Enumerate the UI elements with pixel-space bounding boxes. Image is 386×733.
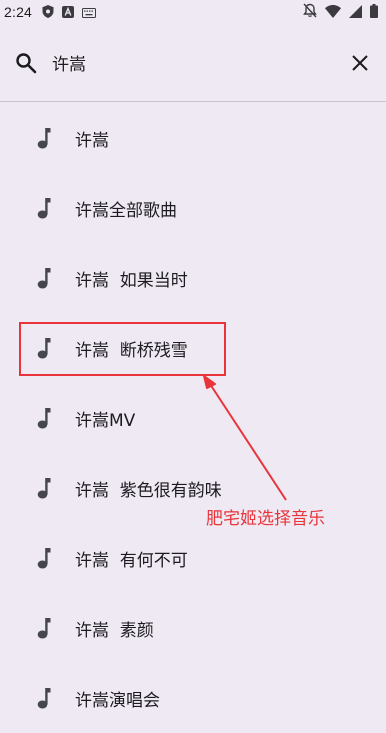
close-icon[interactable]: [348, 51, 372, 75]
keyboard-icon: [82, 3, 97, 22]
annotation-highlight-box: [19, 322, 226, 376]
suggestion-label: 许嵩 素颜: [75, 620, 154, 641]
search-icon[interactable]: [14, 51, 38, 75]
status-time: 2:24: [4, 4, 33, 20]
suggestion-item[interactable]: 许嵩全部歌曲: [0, 173, 386, 243]
mute-icon: [303, 3, 317, 22]
suggestion-label: 许嵩MV: [75, 410, 136, 431]
suggestion-item[interactable]: 许嵩演唱会: [0, 663, 386, 733]
signal-icon: [349, 3, 362, 22]
status-notification-icons: [42, 3, 97, 22]
shield-icon: [42, 3, 54, 22]
status-system-icons: [303, 3, 378, 22]
annotation-text: 肥宅姬选择音乐: [206, 509, 325, 529]
music-note-icon: [34, 546, 54, 570]
suggestion-label: 许嵩 紫色很有韵味: [75, 480, 222, 501]
music-note-icon: [34, 266, 54, 290]
search-bar: 许嵩: [0, 24, 386, 102]
a-icon: [62, 3, 75, 22]
battery-icon: [370, 3, 378, 22]
suggestion-label: 许嵩 如果当时: [75, 270, 188, 291]
suggestion-item[interactable]: 许嵩 素颜: [0, 593, 386, 663]
suggestion-item[interactable]: 许嵩 有何不可: [0, 523, 386, 593]
suggestion-item[interactable]: 许嵩 紫色很有韵味: [0, 453, 386, 523]
music-note-icon: [34, 686, 54, 710]
status-left: 2:24: [4, 3, 97, 22]
suggestion-item[interactable]: 许嵩MV: [0, 383, 386, 453]
search-input[interactable]: 许嵩: [52, 50, 348, 75]
music-note-icon: [34, 476, 54, 500]
suggestion-label: 许嵩 有何不可: [75, 550, 188, 571]
music-note-icon: [34, 406, 54, 430]
suggestion-item[interactable]: 许嵩: [0, 103, 386, 173]
wifi-icon: [325, 3, 341, 22]
suggestion-label: 许嵩: [75, 130, 109, 151]
music-note-icon: [34, 126, 54, 150]
suggestion-label: 许嵩全部歌曲: [75, 200, 177, 221]
status-bar: 2:24: [0, 0, 386, 24]
music-note-icon: [34, 616, 54, 640]
music-note-icon: [34, 196, 54, 220]
suggestion-label: 许嵩演唱会: [75, 690, 160, 711]
suggestion-item[interactable]: 许嵩 如果当时: [0, 243, 386, 313]
suggestion-list: 许嵩 许嵩全部歌曲 许嵩 如果当时 许嵩 断桥残雪 许嵩MV 许嵩 紫色很有韵味: [0, 103, 386, 733]
